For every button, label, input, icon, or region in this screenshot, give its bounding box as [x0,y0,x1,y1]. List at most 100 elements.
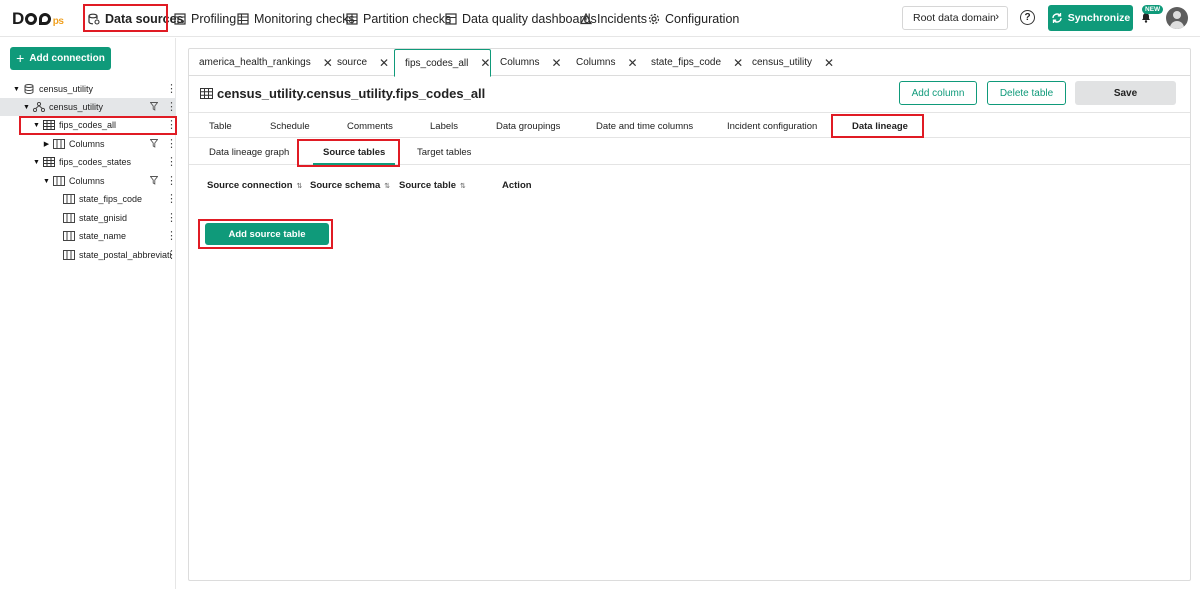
tab-target-tables[interactable]: Target tables [417,139,471,165]
tree-item-column[interactable]: state_gnisid ⋮ [0,209,177,227]
tree-item-connection[interactable]: ▼ census_utility ⋮ [0,80,177,98]
nav-monitoring-checks[interactable]: Monitoring checks [237,9,355,29]
table-icon [43,120,55,130]
add-connection-button[interactable]: + Add connection [10,47,111,70]
filter-icon[interactable] [150,176,158,185]
tab-america-health-rankings[interactable]: america_health_rankings ✕ [199,49,333,76]
column-header-source-schema[interactable]: Source schema ⇅ [310,180,390,191]
nav-data-sources[interactable]: Data sources [88,9,184,29]
data-domain-label: Root data domain [913,12,996,24]
tab-date-and-time-columns[interactable]: Date and time columns [596,113,693,139]
tree-item-column[interactable]: state_name ⋮ [0,227,177,245]
more-options-icon[interactable]: ⋮ [166,211,177,225]
synchronize-label: Synchronize [1067,12,1131,24]
caret-down-icon[interactable]: ▼ [22,104,31,111]
sidebar: + Add connection ▼ census_utility ⋮ ▼ ce… [0,38,177,589]
nav-profiling[interactable]: Profiling [174,9,236,29]
tab-labels[interactable]: Labels [430,113,458,139]
dqops-logo[interactable]: . D ps [12,9,64,29]
dashboard-icon [445,13,457,25]
tab-columns[interactable]: Columns ✕ [500,49,562,76]
tab-data-groupings[interactable]: Data groupings [496,113,560,139]
tab-comments[interactable]: Comments [347,113,393,139]
nav-configuration[interactable]: Configuration [648,9,739,29]
tree-item-table-fips-codes-states[interactable]: ▼ fips_codes_states ⋮ [0,153,177,171]
tab-columns[interactable]: Columns ✕ [576,49,638,76]
more-options-icon[interactable]: ⋮ [166,155,177,169]
tab-incident-configuration[interactable]: Incident configuration [727,113,817,139]
more-options-icon[interactable]: ⋮ [166,82,177,96]
column-header-label: Source table [399,180,457,191]
nav-label: Monitoring checks [254,12,355,26]
filter-icon[interactable] [150,102,158,111]
tab-census-utility[interactable]: census_utility ✕ [752,49,834,76]
tab-label: america_health_rankings [199,57,311,68]
close-icon[interactable]: ✕ [627,56,637,70]
sort-icon[interactable]: ⇅ [460,182,466,190]
more-options-icon[interactable]: ⋮ [166,229,177,243]
tree-item-columns[interactable]: ▼ Columns ⋮ [0,172,177,190]
tab-state-fips-code[interactable]: state_fips_code ✕ [651,49,743,76]
nav-partition-checks[interactable]: Partition checks [346,9,451,29]
help-icon[interactable]: ? [1020,10,1035,25]
tree-item-column[interactable]: state_postal_abbreviati ⋮ [0,246,177,264]
tab-source[interactable]: source ✕ [337,49,389,76]
tab-source-tables[interactable]: Source tables [312,139,396,165]
main-panel: america_health_rankings ✕ source ✕ fips_… [188,48,1191,581]
close-icon[interactable]: ✕ [323,56,333,70]
add-source-table-button[interactable]: Add source table [205,223,329,245]
caret-down-icon[interactable]: ▼ [32,122,41,129]
tree-item-schema[interactable]: ▼ census_utility ⋮ [0,98,177,116]
sync-icon [1052,13,1062,23]
more-options-icon[interactable]: ⋮ [166,192,177,206]
tree-item-columns[interactable]: ▶ Columns ⋮ [0,135,177,153]
new-badge: NEW [1142,5,1164,14]
tab-table[interactable]: Table [209,113,232,139]
user-avatar[interactable] [1166,7,1188,29]
caret-down-icon[interactable]: ▼ [12,86,21,93]
column-header-source-table[interactable]: Source table ⇅ [399,180,466,191]
column-header-source-connection[interactable]: Source connection ⇅ [207,180,302,191]
tab-data-lineage[interactable]: Data lineage [852,113,908,139]
tab-schedule[interactable]: Schedule [270,113,310,139]
sort-icon[interactable]: ⇅ [297,182,303,190]
caret-right-icon[interactable]: ▶ [42,140,51,148]
column-icon [63,194,75,204]
more-options-icon[interactable]: ⋮ [166,248,177,262]
nav-label: Configuration [665,12,740,26]
nav-incidents[interactable]: Incidents [580,9,647,29]
tab-data-lineage-graph[interactable]: Data lineage graph [209,139,289,165]
save-button[interactable]: Save [1075,81,1176,105]
tab-fips-codes-all[interactable]: fips_codes_all ✕ [394,49,491,77]
gear-icon [648,13,660,25]
plus-icon: + [16,50,25,66]
add-column-button[interactable]: Add column [899,81,977,105]
tab-label: fips_codes_all [405,57,469,69]
nav-data-quality-dashboards[interactable]: Data quality dashboards [445,9,597,29]
top-navigation-bar: . D ps Data sources Profiling Monitoring… [0,0,1200,37]
tree-item-label: fips_codes_all [59,120,117,130]
close-icon[interactable]: ✕ [551,56,561,70]
column-header-label: Action [502,180,532,191]
more-options-icon[interactable]: ⋮ [166,137,177,151]
caret-down-icon[interactable]: ▼ [32,159,41,166]
delete-table-button[interactable]: Delete table [987,81,1066,105]
tab-label: Columns [500,57,540,68]
tree-item-column[interactable]: state_fips_code ⋮ [0,190,177,208]
filter-icon[interactable] [150,139,158,148]
more-options-icon[interactable]: ⋮ [166,100,177,114]
tab-label: census_utility [752,57,813,68]
more-options-icon[interactable]: ⋮ [166,174,177,188]
table-check-icon [237,13,249,25]
close-icon[interactable]: ✕ [480,56,490,70]
synchronize-button[interactable]: Synchronize [1048,5,1133,31]
tree-item-table-fips-codes-all[interactable]: ▼ fips_codes_all ⋮ [0,116,177,134]
close-icon[interactable]: ✕ [733,56,743,70]
caret-down-icon[interactable]: ▼ [42,178,51,185]
more-options-icon[interactable]: ⋮ [166,118,177,132]
sort-icon[interactable]: ⇅ [384,182,390,190]
close-icon[interactable]: ✕ [824,56,834,70]
close-icon[interactable]: ✕ [379,56,389,70]
data-domain-selector[interactable]: Root data domain › [902,6,1008,30]
editor-tabs: america_health_rankings ✕ source ✕ fips_… [189,49,1190,77]
